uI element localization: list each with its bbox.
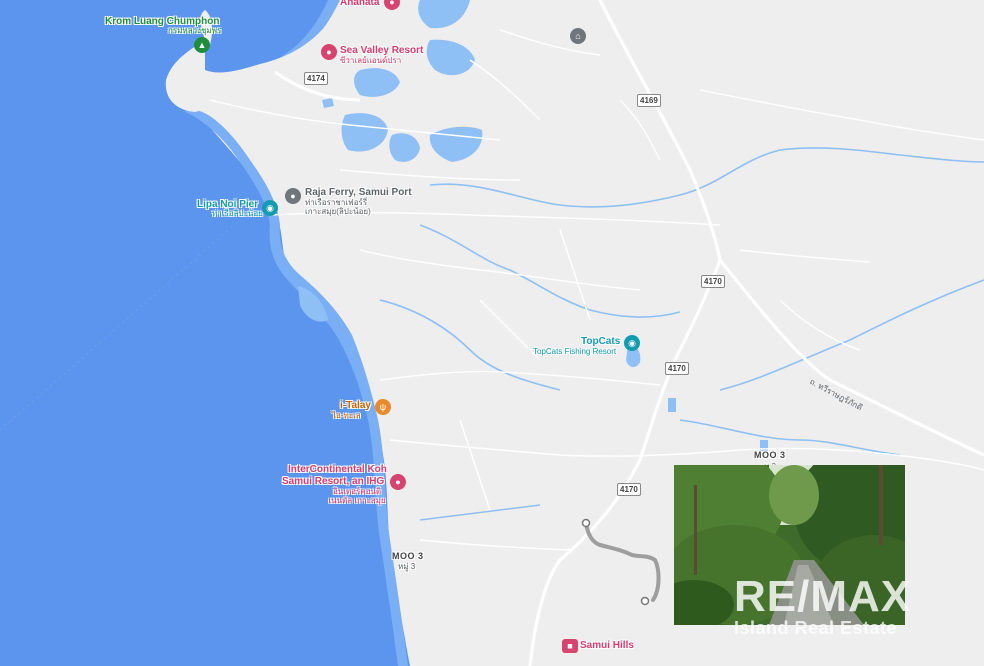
hotel-pin-icon[interactable]: ● [321, 44, 337, 60]
i-talay-label[interactable]: i-Talay [340, 400, 371, 411]
park-pin-icon[interactable]: ▲ [194, 37, 210, 53]
moo3-right-label: MOO 3 [754, 450, 786, 460]
topcats-sub: TopCats Fishing Resort [533, 347, 617, 356]
restaurant-pin-icon[interactable]: ψ [375, 399, 391, 415]
topcats-camera-icon[interactable]: ◉ [624, 335, 640, 351]
remax-tagline: Island Real Estate [734, 618, 898, 638]
topcats-label[interactable]: TopCats [581, 336, 620, 347]
route-start-marker [581, 518, 591, 528]
school-pin-icon[interactable]: ⌂ [570, 28, 586, 44]
lipa-noi-sub: ท่าเรือลิปะน้อย [212, 209, 263, 218]
route-end-marker [640, 596, 650, 606]
intercontinental-label-2[interactable]: Samui Resort, an IHG [282, 476, 384, 487]
moo3-left-sub: หมู่ 3 [398, 562, 416, 571]
moo3-left-label: MOO 3 [392, 551, 424, 561]
hotel-square-icon[interactable]: ■ [562, 639, 578, 653]
road-shield-4170-c: 4170 [617, 483, 641, 496]
intercontinental-sub: อินเตอร์คอนติเนนตัล เกาะสมุย [328, 487, 386, 505]
raja-ferry-sub: ท่าเรือราชาเฟอร์รี่ เกาะสมุย(ลิปะน้อย) [305, 198, 371, 216]
krom-luang-sub: กรมหลวงชุมพร [168, 26, 222, 35]
sea-valley-sub: ซีวาเลย์แอนด์ปรา [340, 56, 402, 65]
road-shield-4169: 4169 [637, 94, 661, 107]
intercontinental-label-1[interactable]: InterContinental Koh [288, 464, 387, 475]
ananata-label[interactable]: Ananata [340, 0, 379, 8]
sea-valley-label[interactable]: Sea Valley Resort [340, 45, 423, 56]
camera-pin-icon[interactable]: ◉ [262, 200, 278, 216]
road-shield-4170-a: 4170 [701, 275, 725, 288]
intercontinental-hotel-icon[interactable]: ● [390, 474, 406, 490]
raja-ferry-label[interactable]: Raja Ferry, Samui Port [305, 187, 412, 198]
road-shield-4170-b: 4170 [665, 362, 689, 375]
place-pin-icon[interactable]: ● [285, 188, 301, 204]
road-shield-4174: 4174 [304, 72, 328, 85]
i-talay-sub: ไอ-ทะเล [332, 411, 361, 420]
remax-watermark: RE/MAX [734, 572, 912, 621]
samui-hills-label[interactable]: Samui Hills [580, 640, 634, 651]
